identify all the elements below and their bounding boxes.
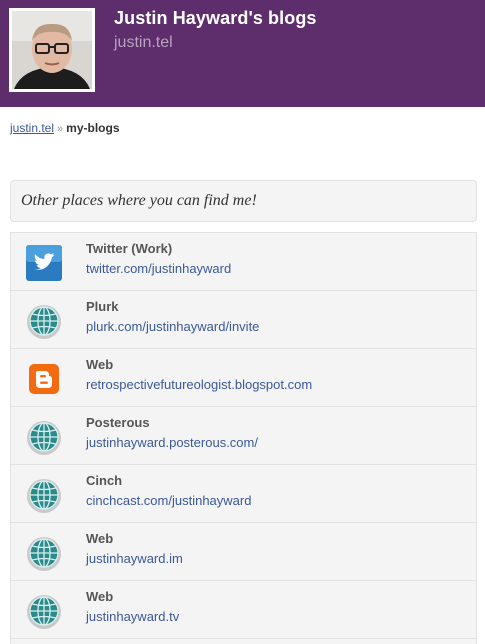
link-url[interactable]: justinhayward.tv <box>86 609 179 624</box>
list-item[interactable]: Posterous justinhayward.posterous.com/ <box>11 407 476 465</box>
site-subtitle: justin.tel <box>114 34 173 51</box>
link-name: Web <box>86 357 114 372</box>
header-bar: Justin Hayward's blogs justin.tel <box>0 0 485 107</box>
list-item[interactable]: Web justinhayward.tv <box>11 581 476 639</box>
link-url[interactable]: plurk.com/justinhayward/invite <box>86 319 259 334</box>
intro-box: Other places where you can find me! <box>10 180 477 222</box>
link-url[interactable]: justinhayward.posterous.com/ <box>86 435 258 450</box>
link-name: Posterous <box>86 415 150 430</box>
list-item[interactable]: Cinch cinchcast.com/justinhayward <box>11 465 476 523</box>
profile-photo <box>12 11 92 89</box>
links-list: Twitter (Work) twitter.com/justinhayward… <box>10 232 477 644</box>
link-url[interactable]: cinchcast.com/justinhayward <box>86 493 251 508</box>
globe-icon[interactable] <box>25 302 63 340</box>
link-name: Web <box>86 531 114 546</box>
breadcrumb-current: my-blogs <box>66 121 120 135</box>
link-name: Cinch <box>86 473 123 488</box>
avatar[interactable] <box>9 8 95 92</box>
list-item[interactable]: Twitter (Work) twitter.com/justinhayward <box>11 233 476 291</box>
link-url[interactable]: justinhayward.im <box>86 551 183 566</box>
breadcrumb-home-link[interactable]: justin.tel <box>10 121 54 135</box>
globe-icon[interactable] <box>25 476 63 514</box>
list-item[interactable]: Plurk plurk.com/justinhayward/invite <box>11 291 476 349</box>
breadcrumb-separator: » <box>57 123 64 135</box>
blogger-icon[interactable] <box>25 360 63 398</box>
link-name: Web <box>86 589 114 604</box>
link-url[interactable]: twitter.com/justinhayward <box>86 261 231 276</box>
link-name: Plurk <box>86 299 119 314</box>
list-item[interactable]: Web retrospectivefutureologist.blogspot.… <box>11 349 476 407</box>
twitter-icon[interactable] <box>25 244 63 282</box>
globe-icon[interactable] <box>25 418 63 456</box>
intro-text: Other places where you can find me! <box>21 192 257 209</box>
breadcrumb: justin.tel» my-blogs <box>10 121 120 135</box>
link-url[interactable]: retrospectivefutureologist.blogspot.com <box>86 377 312 392</box>
list-item[interactable]: Web justinhayward.im <box>11 523 476 581</box>
globe-icon[interactable] <box>25 592 63 630</box>
link-name: Twitter (Work) <box>86 241 173 256</box>
site-title: Justin Hayward's blogs <box>114 8 317 28</box>
globe-icon[interactable] <box>25 534 63 572</box>
